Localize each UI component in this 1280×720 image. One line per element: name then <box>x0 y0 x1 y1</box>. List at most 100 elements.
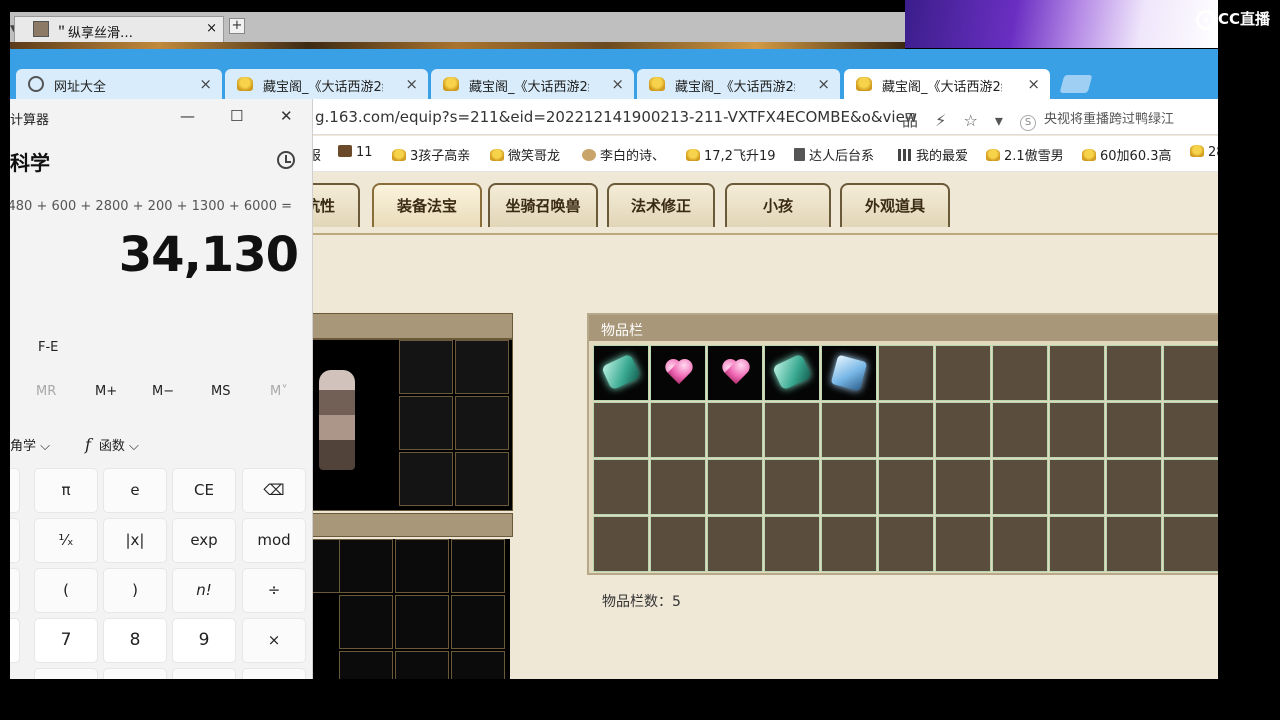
inventory-slot[interactable] <box>764 459 820 515</box>
inventory-slot[interactable] <box>1049 345 1105 401</box>
inventory-slot[interactable] <box>1106 516 1162 572</box>
key-partial[interactable] <box>242 668 306 679</box>
key-exp[interactable]: exp <box>172 518 236 563</box>
bookmark-2[interactable]: 3孩子高亲 <box>392 145 470 164</box>
key-absolute[interactable]: |x| <box>103 518 167 563</box>
key-edge[interactable] <box>10 618 20 663</box>
inventory-slot[interactable] <box>1163 459 1218 515</box>
inventory-slot[interactable] <box>878 402 934 458</box>
tab-close-icon[interactable]: × <box>1027 75 1040 93</box>
memory-subtract-button[interactable]: M− <box>152 384 174 399</box>
memory-list-button[interactable]: M˅ <box>270 384 288 399</box>
tab-close-icon[interactable]: × <box>199 75 212 93</box>
bookmark-1[interactable]: 11 <box>338 145 373 160</box>
equip-slot-ring-2[interactable] <box>455 396 509 450</box>
history-icon[interactable] <box>277 151 295 169</box>
key-9[interactable]: 9 <box>172 618 236 663</box>
tab-close-icon[interactable]: × <box>611 75 624 93</box>
key-edge[interactable] <box>10 568 20 613</box>
key-reciprocal[interactable]: ¹⁄ₓ <box>34 518 98 563</box>
tab-mounts-summons[interactable]: 坐骑召唤兽 <box>488 183 598 227</box>
inventory-slot[interactable] <box>1163 402 1218 458</box>
inventory-slot[interactable] <box>935 516 991 572</box>
inventory-slot[interactable] <box>1049 516 1105 572</box>
chevron-down-icon[interactable]: ▾ <box>995 111 1003 130</box>
reader-mode-icon[interactable]: 品 <box>902 111 918 130</box>
close-button[interactable]: ✕ <box>280 107 293 125</box>
bookmark-9[interactable]: 60加60.3高 <box>1082 145 1172 164</box>
key-open-paren[interactable]: ( <box>34 568 98 613</box>
inventory-slot[interactable] <box>1106 459 1162 515</box>
browser-tab-2[interactable]: 藏宝阁_《大话西游2经典 × <box>431 69 634 99</box>
inventory-slot[interactable] <box>821 516 877 572</box>
key-mod[interactable]: mod <box>242 518 306 563</box>
memory-store-button[interactable]: MS <box>211 384 230 399</box>
equip-slot-orb[interactable] <box>455 452 509 506</box>
key-7[interactable]: 7 <box>34 618 98 663</box>
treasure-slot[interactable] <box>395 651 449 679</box>
trigonometry-dropdown[interactable]: 角学 ⌵ <box>10 435 50 454</box>
backspace-icon[interactable]: ⌫ <box>242 468 306 513</box>
inventory-slot[interactable] <box>593 402 649 458</box>
new-tab-button[interactable] <box>1059 75 1093 93</box>
inventory-slot[interactable] <box>593 345 649 401</box>
bookmark-6[interactable]: 达人后台系 <box>794 145 874 164</box>
inventory-slot[interactable] <box>593 516 649 572</box>
bookmark-10[interactable]: 28 <box>1190 145 1218 160</box>
tab-appearance-items[interactable]: 外观道具 <box>840 183 950 227</box>
treasure-slot[interactable] <box>395 539 449 593</box>
key-partial[interactable] <box>172 668 236 679</box>
treasure-slot[interactable] <box>339 595 393 649</box>
browser-tab-3[interactable]: 藏宝阁_《大话西游2经典 × <box>637 69 840 99</box>
equip-slot-ring-1[interactable] <box>399 396 453 450</box>
key-multiply[interactable]: × <box>242 618 306 663</box>
key-partial[interactable] <box>34 668 98 679</box>
tab-child[interactable]: 小孩 <box>725 183 831 227</box>
inventory-slot[interactable] <box>992 345 1048 401</box>
key-edge[interactable] <box>10 468 20 513</box>
inventory-slot[interactable] <box>764 345 820 401</box>
bookmark-8[interactable]: 2.1傲雪男 <box>986 145 1064 164</box>
tab-equipment-treasure[interactable]: 装备法宝 <box>372 183 482 227</box>
inventory-slot[interactable] <box>878 345 934 401</box>
treasure-slot[interactable] <box>451 539 505 593</box>
equip-slot-mask[interactable] <box>399 340 453 394</box>
key-divide[interactable]: ÷ <box>242 568 306 613</box>
memory-recall-button[interactable]: MR <box>36 384 56 399</box>
inventory-slot[interactable] <box>1163 516 1218 572</box>
bookmark-4[interactable]: 李白的诗、 <box>582 145 665 164</box>
memory-add-button[interactable]: M+ <box>95 384 117 399</box>
bookmark-7[interactable]: 我的最爱 <box>898 145 968 164</box>
url-input[interactable]: g.163.com/equip?s=211&eid=20221214190021… <box>315 108 917 126</box>
key-factorial[interactable]: n! <box>172 568 236 613</box>
inventory-slot[interactable] <box>650 516 706 572</box>
browser-tab-1[interactable]: 藏宝阁_《大话西游2经典 × <box>225 69 428 99</box>
inventory-slot[interactable] <box>764 402 820 458</box>
search-box[interactable]: S 央视将重播跨过鸭绿江 <box>1020 108 1174 131</box>
inventory-slot[interactable] <box>650 345 706 401</box>
inventory-slot[interactable] <box>707 516 763 572</box>
key-8[interactable]: 8 <box>103 618 167 663</box>
inventory-slot[interactable] <box>992 516 1048 572</box>
inventory-slot[interactable] <box>707 459 763 515</box>
bookmark-5[interactable]: 17,2飞升19 <box>686 145 776 164</box>
inventory-slot[interactable] <box>992 459 1048 515</box>
inventory-slot[interactable] <box>935 345 991 401</box>
inventory-slot[interactable] <box>1049 459 1105 515</box>
inventory-slot[interactable] <box>764 516 820 572</box>
inventory-slot[interactable] <box>593 459 649 515</box>
tab-spell-correction[interactable]: 法术修正 <box>607 183 715 227</box>
equip-slot-belt[interactable] <box>399 452 453 506</box>
treasure-slot[interactable] <box>451 595 505 649</box>
treasure-slot[interactable] <box>339 651 393 679</box>
fe-button[interactable]: F-E <box>38 340 58 355</box>
bookmark-3[interactable]: 微笑哥龙 <box>490 145 560 164</box>
key-edge[interactable] <box>10 518 20 563</box>
inventory-slot[interactable] <box>935 459 991 515</box>
background-tab-close-icon[interactable]: × <box>206 21 217 36</box>
tab-close-icon[interactable]: × <box>817 75 830 93</box>
inventory-slot[interactable] <box>992 402 1048 458</box>
maximize-button[interactable]: ☐ <box>230 107 243 125</box>
key-close-paren[interactable]: ) <box>103 568 167 613</box>
equip-slot-amulet[interactable] <box>455 340 509 394</box>
